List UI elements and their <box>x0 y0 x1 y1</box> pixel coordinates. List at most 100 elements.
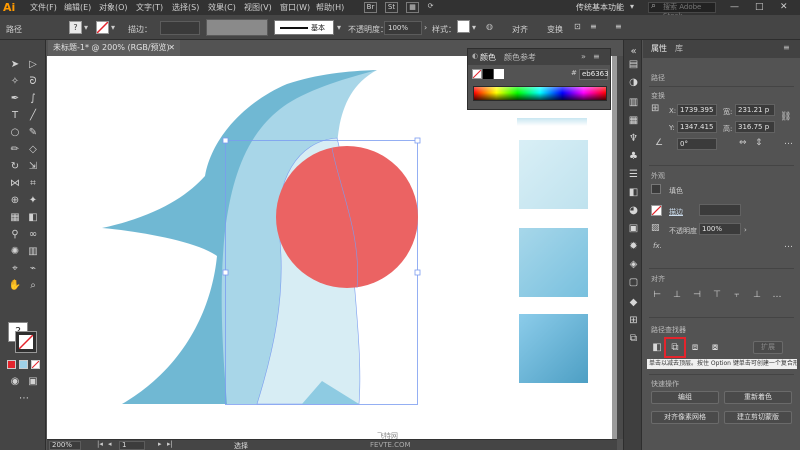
stock-search-input[interactable]: 搜索 Adobe Stock <box>648 2 716 20</box>
appearance-icon[interactable]: ▣ <box>627 222 640 235</box>
opacity-input[interactable]: 100% <box>384 21 422 35</box>
first-artboard-icon[interactable]: |◂ <box>97 440 103 448</box>
stroke-color-box[interactable] <box>15 331 37 353</box>
width-tool-icon[interactable]: ⋈ <box>8 177 22 191</box>
menu-effect[interactable]: 效果(C) <box>208 2 236 13</box>
layers-stack-icon[interactable]: ◆ <box>627 296 640 309</box>
blend-tool-icon[interactable]: ∞ <box>26 228 40 242</box>
menu-help[interactable]: 帮助(H) <box>316 2 344 13</box>
column-graph-icon[interactable]: ▥ <box>26 245 40 259</box>
transparency-icon[interactable]: ◕ <box>627 204 640 217</box>
stroke-label[interactable]: 描边 <box>669 207 683 217</box>
layers-icon[interactable]: ◈ <box>627 258 640 271</box>
menu-select[interactable]: 选择(S) <box>172 2 199 13</box>
align-top-icon[interactable]: ⊤ <box>711 290 723 300</box>
pencil-icon[interactable]: ✏ <box>8 143 22 157</box>
properties-icon[interactable]: ▤ <box>627 58 640 71</box>
align-bottom-icon[interactable]: ⊥ <box>751 290 763 300</box>
stock-button[interactable]: St <box>385 2 398 13</box>
panel-menu-icon[interactable]: ≡ <box>590 22 597 31</box>
chevron-down-icon[interactable]: ▾ <box>472 23 476 32</box>
fx-icon[interactable]: fx. <box>653 242 662 250</box>
transform-button[interactable]: 变换 <box>547 24 563 35</box>
previous-artboard-icon[interactable]: ◂ <box>108 440 112 448</box>
pen-tool-icon[interactable]: ✒ <box>8 92 22 106</box>
height-input[interactable]: 316.75 p <box>735 121 775 133</box>
graphic-styles-icon[interactable]: ✹ <box>627 240 640 253</box>
none-swatch[interactable] <box>472 69 482 79</box>
free-transform-icon[interactable]: ⌗ <box>26 177 40 191</box>
gradient-icon[interactable]: ◧ <box>627 186 640 199</box>
recolor-button[interactable]: 重新着色 <box>724 391 792 404</box>
none-mode-button[interactable] <box>31 360 40 369</box>
screen-mode-icon[interactable]: ▣ <box>26 375 40 389</box>
more-options-icon[interactable]: … <box>784 137 793 147</box>
workspace-switcher[interactable]: 传统基本功能 <box>576 2 624 13</box>
close-document-icon[interactable]: ✕ <box>168 40 175 56</box>
tab-properties[interactable]: 属性 <box>651 43 667 54</box>
zoom-level-field[interactable]: 200% <box>49 441 81 450</box>
artboard[interactable] <box>47 56 612 439</box>
menu-file[interactable]: 文件(F) <box>30 2 57 13</box>
rotate-icon[interactable]: ↻ <box>8 160 22 174</box>
align-pixel-grid-button[interactable]: 对齐像素网格 <box>651 411 719 424</box>
rotation-angle-input[interactable]: 0° <box>677 138 717 150</box>
close-app-button[interactable]: ✕ <box>780 2 788 12</box>
menu-type[interactable]: 文字(T) <box>136 2 163 13</box>
chevron-right-icon[interactable]: › <box>424 23 427 32</box>
slice-tool-icon[interactable]: ⌁ <box>26 262 40 276</box>
align-middle-icon[interactable]: ⫟ <box>731 290 743 300</box>
color-mode-button[interactable] <box>7 360 16 369</box>
lasso-icon[interactable]: ᘐ <box>26 75 40 89</box>
paintbrush-icon[interactable]: ✎ <box>26 126 40 140</box>
direct-selection-icon[interactable]: ▷ <box>26 58 40 72</box>
arrange-documents-icon[interactable]: ▦ <box>406 2 419 13</box>
more-align-icon[interactable]: … <box>771 290 783 300</box>
next-artboard-icon[interactable]: ▸ <box>158 440 162 448</box>
live-paint-icon[interactable]: ✦ <box>26 194 40 208</box>
edit-toolbar-icon[interactable]: ⋯ <box>17 392 31 406</box>
stroke-swatch-small[interactable] <box>651 205 662 216</box>
menu-view[interactable]: 视图(V) <box>244 2 272 13</box>
flip-vertical-icon[interactable]: ⇕ <box>755 138 763 148</box>
unite-icon[interactable]: ◧ <box>651 342 663 354</box>
hex-color-input[interactable]: eb6363 <box>579 69 609 80</box>
fill-swatch-small[interactable] <box>651 184 661 194</box>
color-spectrum-bar[interactable] <box>473 86 607 101</box>
x-position-input[interactable]: 1739.395 <box>677 104 717 116</box>
reference-point-icon[interactable]: ⊞ <box>651 103 659 114</box>
zoom-tool-icon[interactable]: ⌕ <box>26 279 40 293</box>
scale-icon[interactable]: ⇲ <box>26 160 40 174</box>
collapse-icon[interactable]: « <box>627 45 640 58</box>
y-position-input[interactable]: 1347.415 <box>677 121 717 133</box>
variable-width-profile[interactable] <box>206 19 268 36</box>
symbols-icon[interactable]: ♣ <box>627 150 640 163</box>
hand-tool-icon[interactable]: ✋ <box>8 279 22 293</box>
stroke-swatch[interactable] <box>96 21 109 34</box>
maximize-button[interactable]: □ <box>755 2 764 12</box>
stroke-weight-input[interactable] <box>160 21 200 35</box>
brush-definition-dropdown[interactable]: 基本 <box>274 20 334 35</box>
perspective-grid-icon[interactable]: ▦ <box>8 211 22 225</box>
stroke-icon[interactable]: ☰ <box>627 168 640 181</box>
opacity-input[interactable]: 100% <box>699 223 741 235</box>
constrain-proportions-icon[interactable]: ⛓ <box>780 112 791 122</box>
make-clipping-mask-button[interactable]: 建立剪切蒙版 <box>724 411 792 424</box>
type-tool-icon[interactable]: T <box>8 109 22 123</box>
ellipse-tool-icon[interactable]: ○ <box>8 126 22 140</box>
align-button[interactable]: 对齐 <box>512 24 528 35</box>
curvature-icon[interactable]: ∫ <box>26 92 40 106</box>
fill-swatch[interactable]: ? <box>69 21 82 34</box>
brushes-icon[interactable]: ♆ <box>627 132 640 145</box>
tab-libraries[interactable]: 库 <box>675 43 683 54</box>
collapse-panel-icon[interactable]: » <box>581 52 586 61</box>
tab-color-guide[interactable]: 颜色参考 <box>504 52 536 63</box>
graphic-style-swatch[interactable] <box>457 20 470 33</box>
artboard-tool-icon[interactable]: ⌖ <box>8 262 22 276</box>
chevron-right-icon[interactable]: › <box>744 226 747 234</box>
align-center-icon[interactable]: ⊥ <box>671 290 683 300</box>
gradient-tool-icon[interactable]: ◧ <box>26 211 40 225</box>
more-options-icon[interactable]: … <box>784 240 793 250</box>
expand-button[interactable]: 扩展 <box>753 341 783 354</box>
align-left-icon[interactable]: ⊢ <box>651 290 663 300</box>
